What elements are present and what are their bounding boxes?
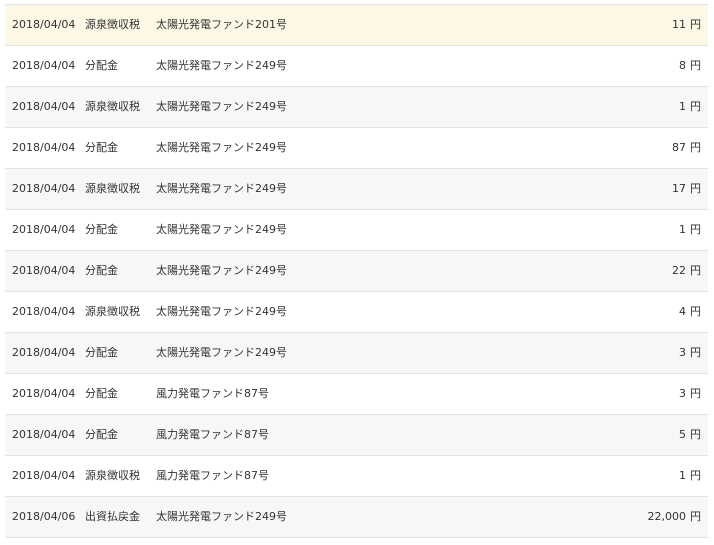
transaction-date: 2018/04/04 — [12, 182, 76, 195]
table-row: 2018/04/04 分配金 太陽光発電ファンド249号 3円 — [5, 333, 708, 374]
transaction-amount: 1円 — [679, 210, 701, 250]
fund-name: 太陽光発電ファンド249号 — [156, 305, 287, 318]
fund-name: 太陽光発電ファンド249号 — [156, 510, 287, 523]
amount-value: 22 — [672, 264, 686, 277]
fund-name: 太陽光発電ファンド249号 — [156, 141, 287, 154]
amount-value: 1 — [679, 469, 686, 482]
amount-unit: 円 — [690, 223, 701, 236]
amount-unit: 円 — [690, 305, 701, 318]
amount-unit: 円 — [690, 428, 701, 441]
amount-unit: 円 — [690, 346, 701, 359]
transaction-type: 分配金 — [85, 346, 118, 359]
amount-value: 4 — [679, 305, 686, 318]
transaction-amount: 22 円 — [672, 251, 701, 291]
transaction-amount: 8円 — [679, 46, 701, 86]
table-row: 2018/04/06 出資払戻金 太陽光発電ファンド249号 22,000 円 — [5, 497, 708, 538]
amount-value: 3 — [679, 387, 686, 400]
fund-name: 太陽光発電ファンド249号 — [156, 100, 287, 113]
amount-value: 87 — [672, 141, 686, 154]
transaction-date: 2018/04/04 — [12, 59, 76, 72]
fund-name: 太陽光発電ファンド249号 — [156, 223, 287, 236]
transaction-type: 源泉徴収税 — [85, 305, 140, 318]
transaction-date: 2018/04/04 — [12, 305, 76, 318]
transaction-type: 源泉徴収税 — [85, 469, 140, 482]
table-row: 2018/04/04 源泉徴収税 太陽光発電ファンド201号 11 円 — [5, 5, 708, 46]
table-row: 2018/04/04 分配金 太陽光発電ファンド249号 1円 — [5, 210, 708, 251]
transaction-amount: 87 円 — [672, 128, 701, 168]
amount-unit: 円 — [690, 182, 701, 195]
transaction-date: 2018/04/04 — [12, 387, 76, 400]
transaction-amount: 17 円 — [672, 169, 701, 209]
fund-name: 太陽光発電ファンド249号 — [156, 182, 287, 195]
transaction-date: 2018/04/04 — [12, 469, 76, 482]
transaction-type: 分配金 — [85, 387, 118, 400]
transaction-amount: 11 円 — [672, 5, 701, 45]
amount-unit: 円 — [690, 18, 701, 31]
transaction-amount: 5円 — [679, 415, 701, 455]
fund-name: 風力発電ファンド87号 — [156, 469, 269, 482]
fund-name: 風力発電ファンド87号 — [156, 387, 269, 400]
transaction-type: 源泉徴収税 — [85, 18, 140, 31]
transaction-type: 分配金 — [85, 141, 118, 154]
amount-unit: 円 — [690, 510, 701, 523]
amount-unit: 円 — [690, 141, 701, 154]
amount-value: 22,000 — [647, 510, 687, 523]
transaction-date: 2018/04/04 — [12, 141, 76, 154]
table-row: 2018/04/04 源泉徴収税 太陽光発電ファンド249号 1円 — [5, 87, 708, 128]
amount-value: 1 — [679, 100, 686, 113]
transaction-history-table: 2018/04/04 源泉徴収税 太陽光発電ファンド201号 11 円 2018/… — [5, 4, 708, 538]
transaction-type: 源泉徴収税 — [85, 182, 140, 195]
fund-name: 太陽光発電ファンド249号 — [156, 346, 287, 359]
amount-value: 11 — [672, 18, 686, 31]
transaction-amount: 22,000 円 — [648, 497, 702, 537]
table-row: 2018/04/04 源泉徴収税 太陽光発電ファンド249号 4円 — [5, 292, 708, 333]
amount-value: 1 — [679, 223, 686, 236]
table-row: 2018/04/04 分配金 太陽光発電ファンド249号 22 円 — [5, 251, 708, 292]
fund-name: 太陽光発電ファンド249号 — [156, 264, 287, 277]
table-row: 2018/04/04 分配金 太陽光発電ファンド249号 8円 — [5, 46, 708, 87]
amount-value: 5 — [679, 428, 686, 441]
amount-value: 17 — [672, 182, 686, 195]
transaction-date: 2018/04/04 — [12, 100, 76, 113]
transaction-type: 分配金 — [85, 264, 118, 277]
transaction-amount: 4円 — [679, 292, 701, 332]
amount-unit: 円 — [690, 469, 701, 482]
transaction-type: 源泉徴収税 — [85, 100, 140, 113]
amount-value: 8 — [679, 59, 686, 72]
transaction-type: 分配金 — [85, 59, 118, 72]
amount-value: 3 — [679, 346, 686, 359]
fund-name: 風力発電ファンド87号 — [156, 428, 269, 441]
table-row: 2018/04/04 源泉徴収税 太陽光発電ファンド249号 17 円 — [5, 169, 708, 210]
fund-name: 太陽光発電ファンド249号 — [156, 59, 287, 72]
transaction-amount: 3円 — [679, 374, 701, 414]
transaction-date: 2018/04/04 — [12, 223, 76, 236]
fund-name: 太陽光発電ファンド201号 — [156, 18, 287, 31]
transaction-type: 分配金 — [85, 428, 118, 441]
transaction-date: 2018/04/04 — [12, 346, 76, 359]
table-row: 2018/04/04 分配金 風力発電ファンド87号 5円 — [5, 415, 708, 456]
transaction-amount: 3円 — [679, 333, 701, 373]
amount-unit: 円 — [690, 264, 701, 277]
amount-unit: 円 — [690, 59, 701, 72]
transaction-date: 2018/04/06 — [12, 510, 76, 523]
table-row: 2018/04/04 分配金 風力発電ファンド87号 3円 — [5, 374, 708, 415]
amount-unit: 円 — [690, 387, 701, 400]
transaction-date: 2018/04/04 — [12, 428, 76, 441]
transaction-date: 2018/04/04 — [12, 264, 76, 277]
table-row: 2018/04/04 分配金 太陽光発電ファンド249号 87 円 — [5, 128, 708, 169]
transaction-type: 出資払戻金 — [85, 510, 140, 523]
transaction-amount: 1円 — [679, 456, 701, 496]
amount-unit: 円 — [690, 100, 701, 113]
transaction-type: 分配金 — [85, 223, 118, 236]
table-row: 2018/04/04 源泉徴収税 風力発電ファンド87号 1円 — [5, 456, 708, 497]
transaction-amount: 1円 — [679, 87, 701, 127]
transaction-date: 2018/04/04 — [12, 18, 76, 31]
